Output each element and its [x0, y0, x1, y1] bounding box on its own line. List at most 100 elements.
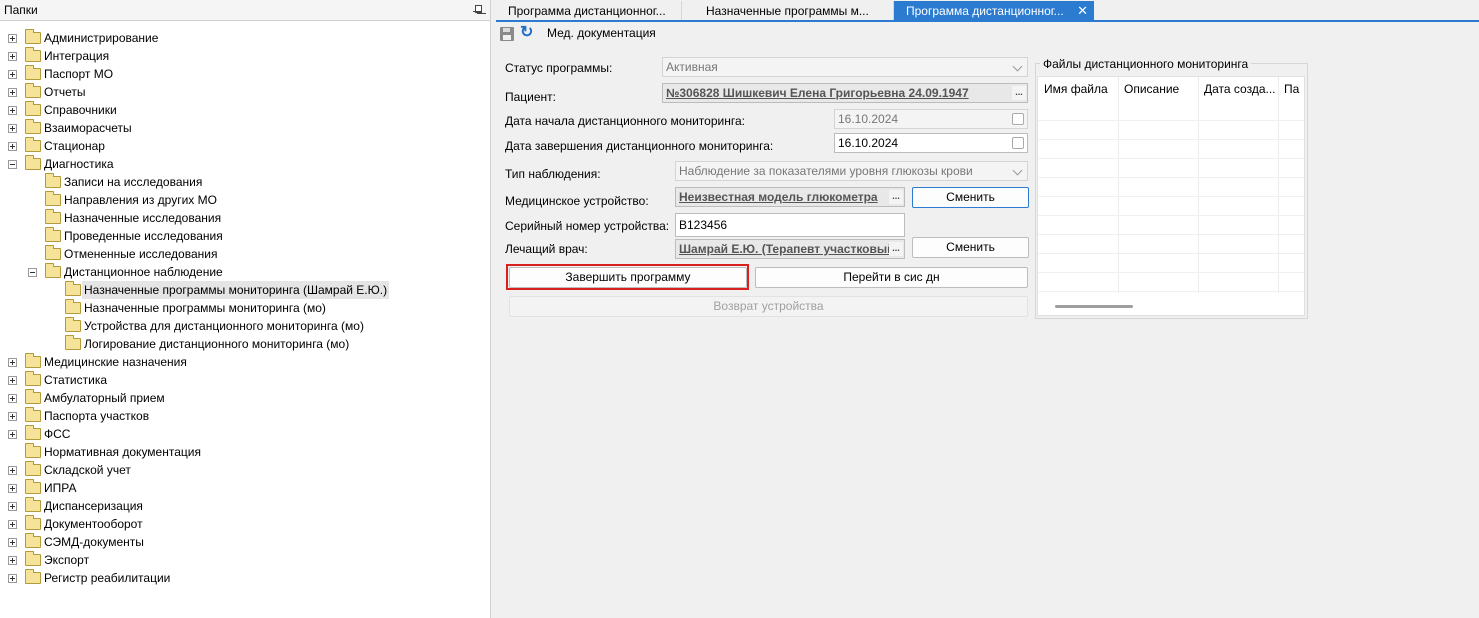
save-icon[interactable] [500, 27, 514, 41]
tree-item[interactable]: Проведенные исследования [0, 227, 491, 245]
tree-item[interactable]: Стационар [0, 137, 491, 155]
start-date-field[interactable]: 16.10.2024 [834, 109, 1028, 129]
expand-icon[interactable] [8, 484, 17, 493]
tree-item[interactable]: Направления из других МО [0, 191, 491, 209]
finish-program-button[interactable]: Завершить программу [509, 267, 747, 288]
horizontal-scrollbar[interactable] [1055, 305, 1133, 308]
expand-icon[interactable] [8, 520, 17, 529]
tree-item-label: Отчеты [44, 85, 86, 99]
tree-item[interactable]: Назначенные программы мониторинга (Шамра… [0, 281, 491, 299]
serial-input[interactable]: B123456 [675, 213, 905, 237]
start-date-checkbox[interactable] [1012, 113, 1024, 125]
expand-icon[interactable] [8, 34, 17, 43]
tab-program-active[interactable]: Программа дистанционног... ✕ [894, 1, 1094, 21]
patient-field[interactable]: №306828 Шишкевич Елена Григорьевна 24.09… [662, 83, 1028, 103]
expand-icon[interactable] [8, 394, 17, 403]
device-lookup-button[interactable]: ... [889, 190, 903, 204]
close-icon[interactable]: ✕ [1077, 1, 1088, 21]
tree-item[interactable]: Отчеты [0, 83, 491, 101]
chevron-down-icon [1012, 61, 1023, 72]
return-device-button[interactable]: Возврат устройства [509, 296, 1028, 317]
tree-item[interactable]: Устройства для дистанционного мониторинг… [0, 317, 491, 335]
expand-icon[interactable] [8, 88, 17, 97]
med-docs-button[interactable]: Мед. документация [547, 26, 656, 40]
tree-item-label: Проведенные исследования [64, 229, 223, 243]
tree-item[interactable]: Документооборот [0, 515, 491, 533]
column-header-description[interactable]: Описание [1118, 77, 1198, 101]
grid-row-line [1038, 120, 1304, 121]
collapse-icon[interactable] [28, 268, 37, 277]
tree-item[interactable]: Экспорт [0, 551, 491, 569]
status-select[interactable]: Активная [662, 57, 1028, 77]
tab-assigned-programs[interactable]: Назначенные программы м... [694, 1, 894, 21]
tree-item[interactable]: Амбулаторный прием [0, 389, 491, 407]
files-grid[interactable]: Имя файла Описание Дата созда... Па [1037, 76, 1305, 316]
doctor-field[interactable]: Шамрай Е.Ю. (Терапевт участковый ... [675, 239, 905, 259]
tree-item[interactable]: Взаиморасчеты [0, 119, 491, 137]
expand-icon[interactable] [8, 106, 17, 115]
column-header-date[interactable]: Дата созда... [1198, 77, 1278, 101]
folder-icon [65, 335, 81, 350]
grid-row-line [1038, 215, 1304, 216]
expand-icon[interactable] [8, 538, 17, 547]
grid-divider [1278, 77, 1279, 293]
tree-item[interactable]: ФСС [0, 425, 491, 443]
goto-sis-dn-button[interactable]: Перейти в сис дн [755, 267, 1028, 288]
tree-item[interactable]: Справочники [0, 101, 491, 119]
tree-item[interactable]: ИПРА [0, 479, 491, 497]
expand-icon[interactable] [8, 466, 17, 475]
tree-item[interactable]: Нормативная документация [0, 443, 491, 461]
pin-icon[interactable] [472, 4, 484, 16]
tree-item[interactable]: Администрирование [0, 29, 491, 47]
tab-label: Программа дистанционног... [906, 4, 1064, 18]
tree-item[interactable]: Медицинские назначения [0, 353, 491, 371]
expand-icon[interactable] [8, 142, 17, 151]
device-field[interactable]: Неизвестная модель глюкометра ... [675, 187, 905, 207]
observation-type-label: Тип наблюдения: [505, 167, 601, 181]
change-device-button[interactable]: Сменить [912, 187, 1029, 208]
tree-item[interactable]: Паспорт МО [0, 65, 491, 83]
tab-program-1[interactable]: Программа дистанционног... [496, 1, 682, 21]
refresh-icon[interactable]: ↻ [520, 25, 536, 41]
expand-icon[interactable] [8, 70, 17, 79]
expand-icon[interactable] [8, 502, 17, 511]
tree-item[interactable]: Записи на исследования [0, 173, 491, 191]
tree-item[interactable]: СЭМД-документы [0, 533, 491, 551]
tab-label: Назначенные программы м... [706, 4, 869, 18]
tree-item[interactable]: Складской учет [0, 461, 491, 479]
tree-item[interactable]: Отмененные исследования [0, 245, 491, 263]
tree-item[interactable]: Диагностика [0, 155, 491, 173]
tree-item-label: ФСС [44, 427, 71, 441]
expand-icon[interactable] [8, 412, 17, 421]
tree-item[interactable]: Назначенные исследования [0, 209, 491, 227]
tree-item[interactable]: Паспорта участков [0, 407, 491, 425]
expand-icon[interactable] [8, 124, 17, 133]
tree-item[interactable]: Дистанционное наблюдение [0, 263, 491, 281]
change-doctor-button[interactable]: Сменить [912, 237, 1029, 258]
folder-icon [25, 443, 41, 458]
expand-icon[interactable] [8, 52, 17, 61]
tree-item[interactable]: Назначенные программы мониторинга (мо) [0, 299, 491, 317]
expand-icon[interactable] [8, 556, 17, 565]
start-date-value: 16.10.2024 [838, 112, 899, 126]
end-date-checkbox[interactable] [1012, 137, 1024, 149]
column-header-filename[interactable]: Имя файла [1038, 77, 1118, 101]
expand-icon[interactable] [8, 376, 17, 385]
column-header-extra[interactable]: Па [1278, 77, 1304, 101]
collapse-icon[interactable] [8, 160, 17, 169]
tree-item[interactable]: Логирование дистанционного мониторинга (… [0, 335, 491, 353]
tree-item[interactable]: Регистр реабилитации [0, 569, 491, 587]
patient-lookup-button[interactable]: ... [1012, 86, 1026, 100]
tree-item[interactable]: Диспансеризация [0, 497, 491, 515]
end-date-field[interactable]: 16.10.2024 [834, 133, 1028, 153]
grid-row-line [1038, 234, 1304, 235]
tree-item[interactable]: Статистика [0, 371, 491, 389]
folder-icon [65, 281, 81, 296]
expand-icon[interactable] [8, 430, 17, 439]
observation-type-select[interactable]: Наблюдение за показателями уровня глюкоз… [675, 161, 1028, 181]
expand-icon[interactable] [8, 358, 17, 367]
tree-item-label: Отмененные исследования [64, 247, 218, 261]
doctor-lookup-button[interactable]: ... [889, 242, 903, 256]
tree-item[interactable]: Интеграция [0, 47, 491, 65]
expand-icon[interactable] [8, 574, 17, 583]
